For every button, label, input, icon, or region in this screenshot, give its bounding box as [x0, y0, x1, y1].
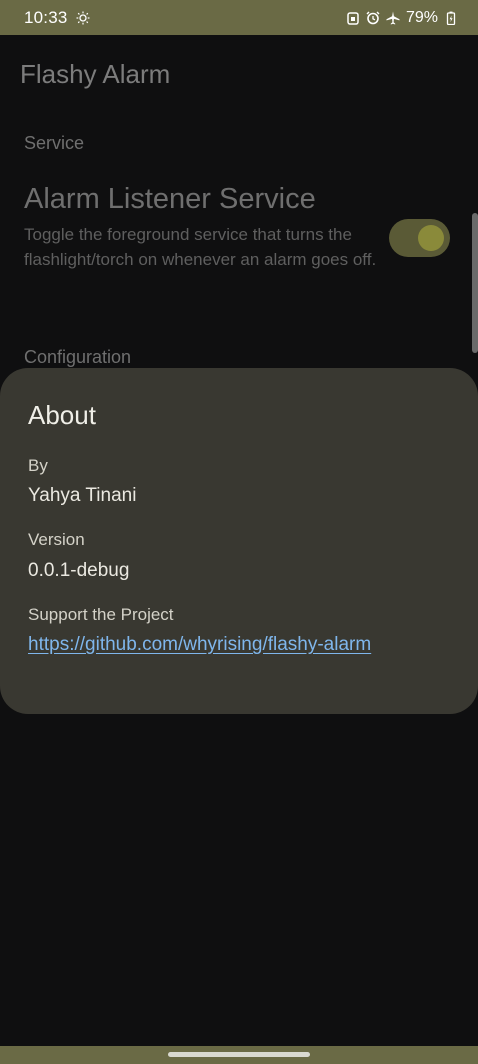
section-header-service: Service	[24, 133, 85, 153]
project-link[interactable]: https://github.com/whyrising/flashy-alar…	[28, 634, 371, 656]
section-header-configuration: Configuration	[24, 347, 132, 367]
status-left: 10:33	[24, 8, 90, 28]
app-title: Flashy Alarm	[20, 59, 171, 89]
dialog-title: About	[28, 400, 96, 430]
navigation-bar	[0, 1046, 478, 1064]
lock-icon	[346, 11, 360, 25]
status-bar: 10:33 79%	[0, 0, 478, 35]
about-dialog: About By Yahya Tinani Version 0.0.1-debu…	[0, 368, 478, 714]
airplane-icon	[386, 11, 400, 25]
support-label: Support the Project	[28, 605, 174, 624]
status-time: 10:33	[24, 7, 68, 27]
battery-percent: 79%	[405, 8, 438, 26]
version-value: 0.0.1-debug	[28, 560, 130, 581]
toggle-thumb	[418, 225, 444, 251]
preference-summary[interactable]: Toggle the foreground service that turns…	[24, 222, 386, 272]
alarm-listener-toggle[interactable]	[389, 219, 450, 257]
author-name: Yahya Tinani	[28, 485, 137, 506]
scrollbar[interactable]	[472, 213, 478, 353]
brightness-icon	[76, 11, 90, 25]
version-label: Version	[28, 530, 85, 549]
alarm-icon	[366, 11, 380, 25]
preference-title[interactable]: Alarm Listener Service	[24, 183, 316, 216]
by-label: By	[28, 456, 48, 475]
status-right: 79%	[346, 9, 458, 27]
battery-icon	[444, 11, 458, 25]
gesture-handle[interactable]	[168, 1052, 310, 1057]
